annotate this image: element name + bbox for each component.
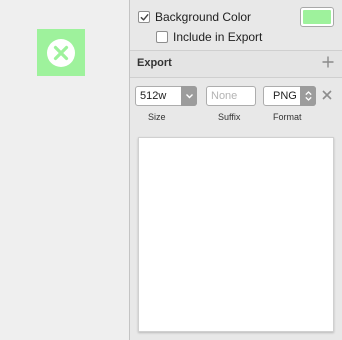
include-in-export-label: Include in Export — [173, 30, 263, 44]
background-color-checkbox[interactable] — [138, 11, 150, 23]
close-circle-icon — [47, 39, 75, 67]
suffix-field[interactable] — [206, 86, 256, 106]
export-preview — [138, 137, 334, 332]
checkmark-icon — [140, 13, 148, 21]
chevron-down-icon — [185, 94, 193, 99]
suffix-input[interactable] — [211, 90, 255, 102]
size-dropdown[interactable]: 512w — [135, 86, 197, 106]
format-select[interactable]: PNG — [263, 86, 316, 106]
size-dropdown-arrow[interactable] — [181, 86, 197, 106]
inspector-panel: Background Color Include in Export Expor… — [129, 0, 342, 340]
plus-icon[interactable] — [321, 55, 335, 69]
canvas-area[interactable] — [0, 0, 129, 340]
suffix-label: Suffix — [218, 112, 241, 122]
include-in-export-row: Include in Export — [156, 30, 262, 44]
swatch-fill — [303, 10, 331, 24]
divider — [130, 77, 342, 78]
background-color-swatch[interactable] — [300, 7, 334, 27]
format-value: PNG — [273, 90, 297, 102]
export-title: Export — [137, 57, 172, 69]
size-value: 512w — [140, 90, 167, 102]
artboard[interactable] — [37, 29, 85, 76]
background-color-label: Background Color — [155, 10, 252, 24]
format-select-arrows[interactable] — [300, 86, 316, 106]
close-icon[interactable] — [321, 89, 333, 101]
export-section-header: Export — [130, 51, 342, 77]
format-label: Format — [273, 112, 302, 122]
background-color-row: Background Color — [138, 10, 251, 24]
chevron-up-down-icon — [304, 91, 312, 101]
include-in-export-checkbox[interactable] — [156, 31, 168, 43]
size-label: Size — [148, 112, 166, 122]
